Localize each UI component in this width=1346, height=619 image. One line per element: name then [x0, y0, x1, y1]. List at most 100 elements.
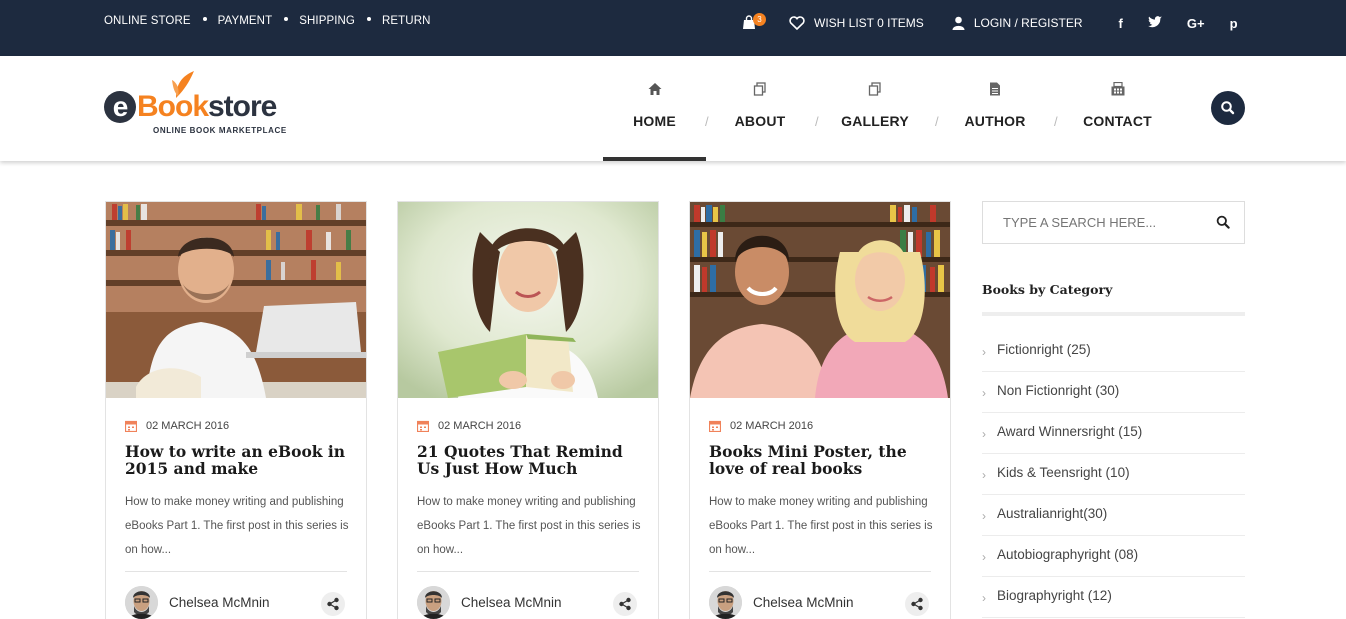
- avatar: [125, 586, 158, 619]
- share-icon: [911, 597, 923, 611]
- category-label: Non Fictionright (30): [997, 383, 1120, 398]
- category-item[interactable]: › Australianright(30): [982, 495, 1245, 536]
- nav-active-indicator: [603, 157, 706, 161]
- post-title[interactable]: How to write an eBook in 2015 and make: [125, 443, 347, 477]
- category-label: Fictionright (25): [997, 342, 1091, 357]
- card-divider: [125, 571, 347, 572]
- nav-gallery-label: GALLERY: [841, 113, 909, 129]
- calendar-icon: [417, 420, 429, 432]
- category-label: Award Winnersright (15): [997, 424, 1143, 439]
- chevron-right-icon: ›: [982, 468, 986, 482]
- login-register-link[interactable]: LOGIN / REGISTER: [952, 16, 1083, 30]
- category-heading: Books by Category: [982, 282, 1113, 297]
- wishlist-label: WISH LIST 0 ITEMS: [814, 16, 924, 30]
- copy-icon: [753, 82, 766, 96]
- category-item[interactable]: › Fictionright (25): [982, 331, 1245, 372]
- category-item[interactable]: › Autobiographyright (08): [982, 536, 1245, 577]
- header-search-button[interactable]: [1211, 91, 1245, 125]
- top-right-actions: 3 WISH LIST 0 ITEMS LOGIN / REGISTER f G…: [742, 13, 1238, 31]
- logo[interactable]: e Bookstore ONLINE BOOK MARKETPLACE: [104, 70, 294, 140]
- login-label: LOGIN / REGISTER: [973, 16, 1083, 30]
- chevron-right-icon: ›: [982, 427, 986, 441]
- nav-about[interactable]: ABOUT: [724, 56, 796, 161]
- sidebar-search-input[interactable]: [1003, 215, 1203, 230]
- nav-home[interactable]: HOME: [603, 56, 706, 161]
- post-image[interactable]: [398, 202, 658, 398]
- nav-author-label: AUTHOR: [964, 113, 1026, 129]
- post-date: 02 MARCH 2016: [417, 420, 521, 432]
- fax-icon: [1111, 82, 1124, 96]
- avatar: [709, 586, 742, 619]
- author-name: Chelsea McMnin: [461, 595, 562, 610]
- author-name: Chelsea McMnin: [753, 595, 854, 610]
- category-item[interactable]: › Kids & Teensright (10): [982, 454, 1245, 495]
- search-icon[interactable]: [1216, 215, 1230, 229]
- calendar-icon: [709, 420, 721, 432]
- pinterest-icon[interactable]: p: [1230, 16, 1238, 31]
- nav-contact[interactable]: CONTACT: [1075, 56, 1160, 161]
- logo-tagline: ONLINE BOOK MARKETPLACE: [153, 126, 287, 135]
- share-icon: [327, 597, 339, 611]
- post-excerpt: How to make money writing and publishing…: [709, 496, 933, 556]
- post-excerpt: How to make money writing and publishing…: [125, 496, 349, 556]
- avatar: [417, 586, 450, 619]
- google-plus-icon[interactable]: G+: [1187, 16, 1205, 31]
- post-author[interactable]: Chelsea McMnin: [125, 586, 270, 619]
- logo-wordmark: e Bookstore: [104, 90, 277, 124]
- facebook-icon[interactable]: f: [1119, 16, 1123, 31]
- top-link-return[interactable]: RETURN: [382, 15, 431, 27]
- chevron-right-icon: ›: [982, 509, 986, 523]
- nav-gallery[interactable]: GALLERY: [834, 56, 916, 161]
- user-icon: [952, 16, 965, 30]
- post-author[interactable]: Chelsea McMnin: [709, 586, 854, 619]
- chevron-right-icon: ›: [982, 591, 986, 605]
- twitter-icon[interactable]: [1147, 15, 1162, 31]
- category-item[interactable]: › Award Winnersright (15): [982, 413, 1245, 454]
- post-image[interactable]: [690, 202, 950, 398]
- top-link-shipping[interactable]: SHIPPING: [299, 15, 355, 27]
- nav-author[interactable]: AUTHOR: [956, 56, 1034, 161]
- category-label: Biographyright (12): [997, 588, 1112, 603]
- share-button[interactable]: [613, 592, 637, 616]
- nav-separator: /: [705, 114, 709, 129]
- top-link-payment[interactable]: PAYMENT: [218, 15, 273, 27]
- post-date: 02 MARCH 2016: [709, 420, 813, 432]
- post-card: 02 MARCH 2016 Books Mini Poster, the lov…: [689, 201, 951, 619]
- share-button[interactable]: [321, 592, 345, 616]
- card-divider: [709, 571, 931, 572]
- post-author[interactable]: Chelsea McMnin: [417, 586, 562, 619]
- category-item[interactable]: › Non Fictionright (30): [982, 372, 1245, 413]
- top-links: ONLINE STORE PAYMENT SHIPPING RETURN: [104, 15, 431, 27]
- card-divider: [417, 571, 639, 572]
- post-card: 02 MARCH 2016 How to write an eBook in 2…: [105, 201, 367, 619]
- nav-home-label: HOME: [633, 113, 676, 129]
- category-heading-rule: [982, 312, 1245, 316]
- post-image[interactable]: [106, 202, 366, 398]
- chevron-right-icon: ›: [982, 345, 986, 359]
- top-link-online-store[interactable]: ONLINE STORE: [104, 15, 191, 27]
- search-icon: [1221, 101, 1235, 115]
- document-icon: [990, 82, 1000, 96]
- copy-icon: [868, 82, 881, 96]
- category-item[interactable]: › Biographyright (12): [982, 577, 1245, 618]
- post-card: 02 MARCH 2016 21 Quotes That Remind Us J…: [397, 201, 659, 619]
- social-links: f G+ p: [1119, 16, 1238, 31]
- post-date-text: 02 MARCH 2016: [730, 420, 814, 432]
- share-icon: [619, 597, 631, 611]
- category-label: Australianright(30): [997, 506, 1108, 521]
- category-label: Autobiographyright (08): [997, 547, 1139, 562]
- share-button[interactable]: [905, 592, 929, 616]
- heart-icon: [789, 16, 805, 30]
- cart-button[interactable]: 3: [742, 13, 766, 31]
- nav-separator: /: [815, 114, 819, 129]
- home-icon: [648, 83, 661, 95]
- post-title[interactable]: Books Mini Poster, the love of real book…: [709, 443, 931, 477]
- top-bar: ONLINE STORE PAYMENT SHIPPING RETURN 3 W…: [0, 0, 1346, 56]
- nav-separator: /: [935, 114, 939, 129]
- post-date: 02 MARCH 2016: [125, 420, 229, 432]
- calendar-icon: [125, 420, 137, 432]
- wishlist-link[interactable]: WISH LIST 0 ITEMS: [789, 16, 924, 30]
- post-title[interactable]: 21 Quotes That Remind Us Just How Much: [417, 443, 639, 477]
- bullet-separator: [202, 17, 207, 21]
- post-date-text: 02 MARCH 2016: [438, 420, 522, 432]
